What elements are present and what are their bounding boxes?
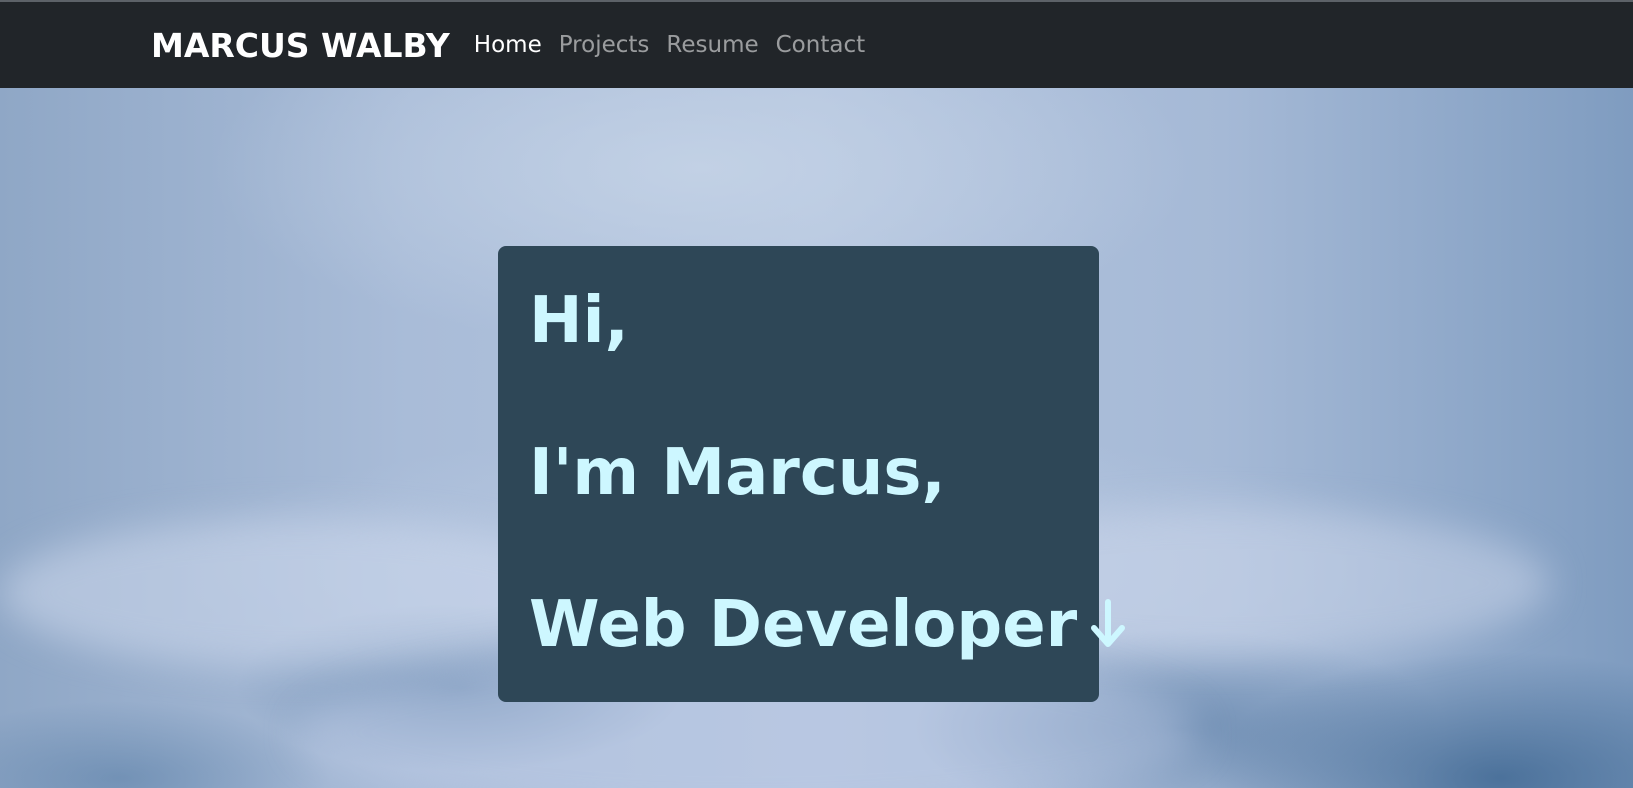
hero-section: Hi, I'm Marcus, Web Developer bbox=[0, 88, 1633, 788]
hero-greeting: Hi, bbox=[529, 284, 629, 358]
nav-link-contact[interactable]: Contact bbox=[776, 32, 865, 58]
top-navbar: MARCUS WALBY Home Projects Resume Contac… bbox=[0, 2, 1633, 88]
nav-link-projects[interactable]: Projects bbox=[559, 32, 650, 58]
nav-link-home[interactable]: Home bbox=[474, 32, 542, 58]
hero-intro-card: Hi, I'm Marcus, Web Developer bbox=[498, 246, 1126, 702]
brand-logo-link[interactable]: MARCUS WALBY bbox=[151, 26, 450, 65]
nav-link-resume[interactable]: Resume bbox=[666, 32, 758, 58]
hero-role-text: Web Developer bbox=[529, 588, 1078, 662]
hero-role: Web Developer bbox=[529, 580, 1126, 670]
hero-name: I'm Marcus, bbox=[529, 436, 946, 510]
arrow-down-icon[interactable] bbox=[1089, 580, 1127, 670]
